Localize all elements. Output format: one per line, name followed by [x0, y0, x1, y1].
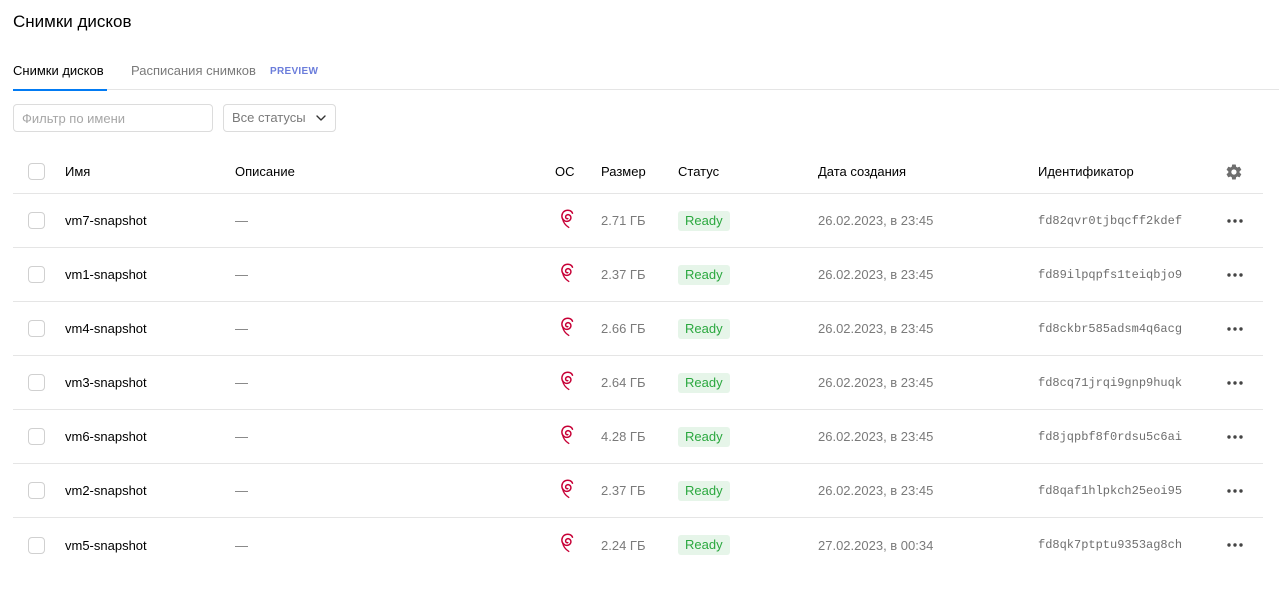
more-actions-icon[interactable] [1225, 481, 1245, 501]
table-row[interactable]: vm2-snapshot — 2.37 ГБ Ready 26.02.2023,… [13, 464, 1263, 518]
tab-snapshot-schedules[interactable]: Расписания снимков [131, 58, 256, 90]
page-title: Снимки дисков [13, 12, 132, 31]
snapshots-page: Снимки дисков Снимки дисков Расписания с… [0, 0, 1279, 606]
snapshot-size: 2.66 ГБ [601, 321, 646, 336]
snapshot-created: 26.02.2023, в 23:45 [818, 429, 934, 444]
snapshot-name[interactable]: vm4-snapshot [65, 302, 147, 355]
table-row[interactable]: vm7-snapshot — 2.71 ГБ Ready 26.02.2023,… [13, 194, 1263, 248]
more-actions-icon[interactable] [1225, 211, 1245, 231]
preview-badge: PREVIEW [270, 66, 319, 77]
snapshot-size: 2.24 ГБ [601, 537, 646, 553]
snapshot-name[interactable]: vm6-snapshot [65, 410, 147, 463]
row-checkbox[interactable] [28, 536, 45, 554]
status-badge: Ready [678, 426, 730, 447]
table-row[interactable]: vm5-snapshot — 2.24 ГБ Ready 27.02.2023,… [13, 518, 1263, 572]
debian-icon [561, 208, 574, 228]
snapshot-name[interactable]: vm1-snapshot [65, 248, 147, 301]
snapshot-id: fd82qvr0tjbqcff2kdef [1038, 213, 1183, 228]
snapshot-description: — [235, 537, 248, 553]
row-checkbox[interactable] [28, 212, 45, 229]
debian-icon [561, 533, 574, 553]
debian-icon [561, 316, 574, 336]
snapshot-size: 2.37 ГБ [601, 483, 646, 498]
snapshot-name[interactable]: vm7-snapshot [65, 194, 147, 247]
more-actions-icon[interactable] [1225, 427, 1245, 447]
status-badge: Ready [678, 264, 730, 285]
snapshot-description: — [235, 375, 248, 390]
row-checkbox[interactable] [28, 320, 45, 337]
table-row[interactable]: vm3-snapshot — 2.64 ГБ Ready 26.02.2023,… [13, 356, 1263, 410]
snapshot-description: — [235, 267, 248, 282]
snapshot-id: fd8qk7ptptu9353ag8ch [1038, 538, 1183, 552]
snapshot-name[interactable]: vm2-snapshot [65, 464, 147, 517]
snapshot-description: — [235, 321, 248, 336]
snapshot-created: 26.02.2023, в 23:45 [818, 321, 934, 336]
table-row[interactable]: vm6-snapshot — 4.28 ГБ Ready 26.02.2023,… [13, 410, 1263, 464]
snapshot-created: 26.02.2023, в 23:45 [818, 483, 934, 498]
more-actions-icon[interactable] [1225, 535, 1245, 555]
select-all-checkbox[interactable] [28, 163, 45, 180]
snapshot-size: 2.64 ГБ [601, 375, 646, 390]
tab-disk-snapshots[interactable]: Снимки дисков [13, 58, 107, 91]
debian-icon [561, 424, 574, 444]
snapshot-id: fd8qaf1hlpkch25eoi95 [1038, 483, 1183, 498]
header-size[interactable]: Размер [601, 150, 646, 193]
snapshot-size: 2.37 ГБ [601, 267, 646, 282]
snapshot-id: fd8ckbr585adsm4q6acg [1038, 321, 1183, 336]
snapshot-description: — [235, 429, 248, 444]
status-badge: Ready [678, 372, 730, 393]
debian-icon [561, 370, 574, 390]
header-created[interactable]: Дата создания [818, 150, 906, 193]
status-badge: Ready [678, 210, 730, 231]
snapshot-created: 26.02.2023, в 23:45 [818, 375, 934, 390]
name-filter-input[interactable] [13, 104, 213, 132]
snapshot-name[interactable]: vm5-snapshot [65, 518, 147, 572]
table-row[interactable]: vm4-snapshot — 2.66 ГБ Ready 26.02.2023,… [13, 302, 1263, 356]
snapshot-size: 4.28 ГБ [601, 429, 646, 444]
header-status[interactable]: Статус [678, 150, 719, 193]
status-filter-select[interactable]: Все статусы [223, 104, 336, 132]
status-badge: Ready [678, 480, 730, 501]
more-actions-icon[interactable] [1225, 373, 1245, 393]
tabs-bar: Снимки дисков Расписания снимков PREVIEW [13, 58, 1279, 91]
snapshot-id: fd8jqpbf8f0rdsu5c6ai [1038, 429, 1183, 444]
table-header: Имя Описание ОС Размер Статус Дата созда… [13, 150, 1263, 194]
header-description[interactable]: Описание [235, 150, 295, 193]
debian-icon [561, 478, 574, 498]
row-checkbox[interactable] [28, 428, 45, 445]
snapshot-name[interactable]: vm3-snapshot [65, 356, 147, 409]
header-os[interactable]: ОС [555, 150, 575, 193]
header-name[interactable]: Имя [65, 150, 90, 193]
header-id[interactable]: Идентификатор [1038, 150, 1134, 193]
snapshot-size: 2.71 ГБ [601, 213, 646, 228]
debian-icon [561, 262, 574, 282]
snapshot-created: 26.02.2023, в 23:45 [818, 213, 934, 228]
more-actions-icon[interactable] [1225, 265, 1245, 285]
table-row[interactable]: vm1-snapshot — 2.37 ГБ Ready 26.02.2023,… [13, 248, 1263, 302]
snapshot-created: 27.02.2023, в 00:34 [818, 537, 934, 553]
status-badge: Ready [678, 318, 730, 339]
row-checkbox[interactable] [28, 482, 45, 499]
snapshot-id: fd8cq71jrqi9gnp9huqk [1038, 375, 1183, 390]
chevron-down-icon [316, 115, 326, 121]
more-actions-icon[interactable] [1225, 319, 1245, 339]
status-filter-value: Все статусы [232, 110, 306, 125]
snapshot-id: fd89ilpqpfs1teiqbjo9 [1038, 267, 1183, 282]
snapshot-description: — [235, 483, 248, 498]
gear-icon[interactable] [1225, 163, 1243, 181]
snapshot-description: — [235, 213, 248, 228]
row-checkbox[interactable] [28, 266, 45, 283]
row-checkbox[interactable] [28, 374, 45, 391]
snapshots-table: Имя Описание ОС Размер Статус Дата созда… [13, 150, 1263, 572]
status-badge: Ready [678, 535, 730, 555]
table-body: vm7-snapshot — 2.71 ГБ Ready 26.02.2023,… [13, 194, 1263, 572]
snapshot-created: 26.02.2023, в 23:45 [818, 267, 934, 282]
